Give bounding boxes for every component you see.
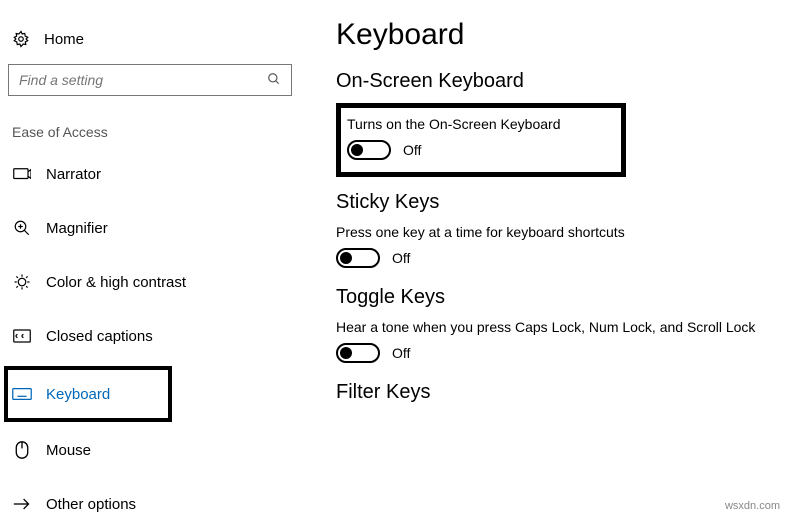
highlight-osk: Turns on the On-Screen Keyboard Off (336, 103, 626, 177)
page-title: Keyboard (336, 18, 766, 52)
sticky-toggle[interactable] (336, 248, 380, 268)
content-pane: Keyboard On-Screen Keyboard Turns on the… (300, 0, 786, 516)
osk-desc: Turns on the On-Screen Keyboard (347, 116, 609, 132)
keyboard-icon (12, 384, 32, 404)
togglekeys-desc: Hear a tone when you press Caps Lock, Nu… (336, 319, 766, 335)
sidebar-item-narrator[interactable]: Narrator (8, 154, 292, 194)
togglekeys-toggle[interactable] (336, 343, 380, 363)
togglekeys-state: Off (392, 345, 410, 361)
magnifier-icon (12, 218, 32, 238)
sticky-state: Off (392, 250, 410, 266)
sidebar-item-other[interactable]: Other options (8, 484, 292, 524)
osk-state: Off (403, 142, 421, 158)
sidebar-item-label: Color & high contrast (46, 274, 186, 291)
narrator-icon (12, 164, 32, 184)
togglekeys-toggle-row: Off (336, 343, 766, 363)
sticky-desc: Press one key at a time for keyboard sho… (336, 224, 766, 240)
sidebar-item-keyboard[interactable]: Keyboard (8, 374, 168, 414)
filter-heading: Filter Keys (336, 381, 766, 404)
sticky-section: Sticky Keys Press one key at a time for … (336, 191, 766, 268)
arrow-right-icon (12, 494, 32, 514)
sidebar-item-captions[interactable]: Closed captions (8, 316, 292, 356)
contrast-icon (12, 272, 32, 292)
search-box[interactable] (8, 64, 292, 96)
search-icon (267, 72, 281, 89)
osk-heading: On-Screen Keyboard (336, 70, 766, 93)
togglekeys-heading: Toggle Keys (336, 286, 766, 309)
home-label: Home (44, 31, 84, 48)
home-button[interactable]: Home (8, 24, 292, 58)
sidebar-item-label: Mouse (46, 442, 91, 459)
group-header: Ease of Access (8, 116, 292, 154)
sticky-heading: Sticky Keys (336, 191, 766, 214)
sidebar-item-magnifier[interactable]: Magnifier (8, 208, 292, 248)
sidebar-item-label: Other options (46, 496, 136, 513)
captions-icon (12, 326, 32, 346)
sticky-toggle-row: Off (336, 248, 766, 268)
osk-toggle[interactable] (347, 140, 391, 160)
mouse-icon (12, 440, 32, 460)
gear-icon (12, 30, 30, 48)
sidebar-item-contrast[interactable]: Color & high contrast (8, 262, 292, 302)
highlight-keyboard: Keyboard (4, 366, 172, 422)
sidebar: Home Ease of Access Narrator Magnifier (0, 0, 300, 516)
sidebar-item-label: Narrator (46, 166, 101, 183)
watermark: wsxdn.com (725, 500, 780, 512)
sidebar-item-label: Closed captions (46, 328, 153, 345)
osk-toggle-row: Off (347, 140, 609, 160)
togglekeys-section: Toggle Keys Hear a tone when you press C… (336, 286, 766, 363)
sidebar-item-mouse[interactable]: Mouse (8, 430, 292, 470)
sidebar-item-label: Keyboard (46, 386, 110, 403)
sidebar-item-label: Magnifier (46, 220, 108, 237)
search-input[interactable] (19, 72, 267, 88)
